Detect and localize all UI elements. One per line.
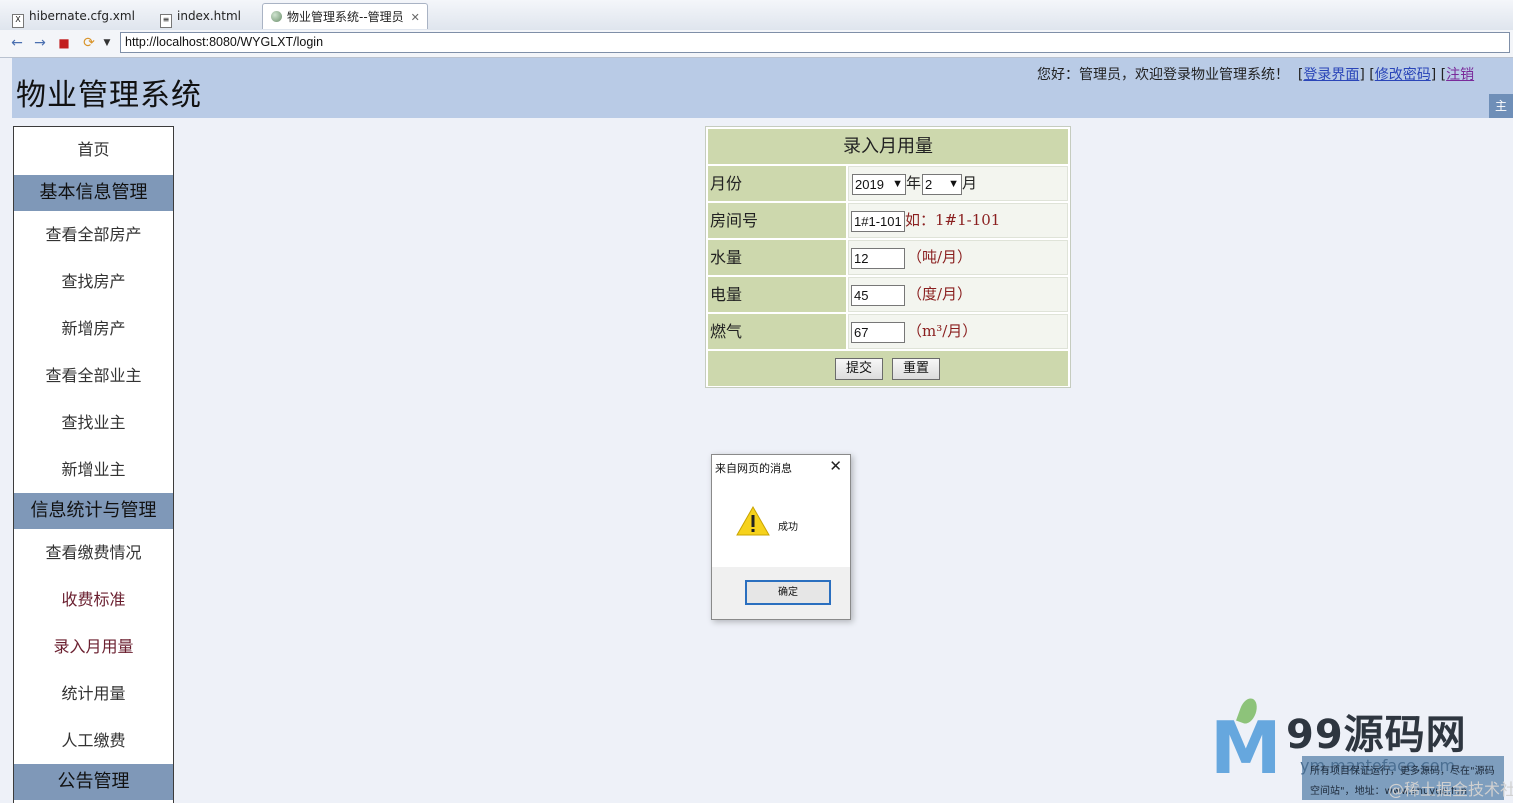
- browser-tab-bar: Xhibernate.cfg.xml ≡ index.html 物业管理系统--管…: [0, 0, 1513, 31]
- back-icon[interactable]: ←: [8, 34, 26, 52]
- water-label: 水量: [708, 240, 846, 275]
- close-icon[interactable]: ✕: [829, 457, 842, 475]
- room-label: 房间号: [708, 203, 846, 238]
- month-select-value: 2: [925, 177, 933, 192]
- tab-label: hibernate.cfg.xml: [29, 9, 135, 23]
- chevron-down-icon: ▼: [892, 178, 903, 190]
- site-header: 物业管理系统 您好：管理员，欢迎登录物业管理系统！ [登录界面] [修改密码] …: [12, 58, 1513, 118]
- electric-unit: （度/月）: [907, 285, 973, 303]
- tab-property-system[interactable]: 物业管理系统--管理员 ✕: [262, 3, 428, 29]
- sidebar-item-manual-payment[interactable]: 人工缴费: [14, 717, 173, 764]
- xml-file-icon: X: [12, 14, 24, 28]
- sidebar-item-usage-stats[interactable]: 统计用量: [14, 670, 173, 717]
- watermark-community: @稀土掘金技术社区: [1388, 780, 1513, 799]
- watermark-domain: ym.mantoface.com: [1300, 756, 1456, 775]
- welcome-bar: 您好：管理员，欢迎登录物业管理系统！ [登录界面] [修改密码] [注销: [1037, 67, 1475, 83]
- stop-icon[interactable]: ■: [55, 34, 73, 52]
- sidebar-item-fee-standard[interactable]: 收费标准: [14, 576, 173, 623]
- month-select[interactable]: 2 ▼: [922, 174, 962, 195]
- year-select[interactable]: 2019 ▼: [852, 174, 906, 195]
- forward-icon[interactable]: →: [31, 34, 49, 52]
- site-title: 物业管理系统: [16, 78, 202, 113]
- tab-label: 物业管理系统--管理员: [287, 10, 404, 24]
- electric-value-cell: 45 （度/月）: [848, 277, 1068, 312]
- water-input[interactable]: 12: [851, 248, 905, 269]
- sidebar-item-find-owner[interactable]: 查找业主: [14, 399, 173, 446]
- logout-link[interactable]: 注销: [1446, 67, 1474, 83]
- message-dialog: 来自网页的消息 ✕ 成功 确定: [711, 454, 851, 620]
- sidebar-item-enter-usage[interactable]: 录入月用量: [14, 623, 173, 670]
- usage-entry-form: 录入月用量 月份 2019 ▼ 年 2 ▼ 月 房间号 1#1-101 如：1#1-…: [705, 126, 1071, 388]
- globe-icon: [271, 11, 282, 22]
- submit-button[interactable]: 提交: [835, 358, 883, 380]
- room-number-input[interactable]: 1#1-101: [851, 211, 905, 232]
- water-row: 水量 12 （吨/月）: [708, 240, 1068, 275]
- sidebar-section-statistics: 信息统计与管理: [14, 493, 173, 529]
- reset-button[interactable]: 重置: [892, 358, 940, 380]
- watermark: M 99源码网 ym.mantoface.com 所有项目保证运行，更多源码，尽…: [1210, 696, 1513, 803]
- month-row: 月份 2019 ▼ 年 2 ▼ 月: [708, 166, 1068, 201]
- warning-icon: [736, 505, 770, 536]
- leaf-icon: [1236, 696, 1260, 726]
- form-button-row: 提交 重置: [708, 351, 1068, 386]
- change-password-link[interactable]: 修改密码: [1375, 67, 1431, 83]
- form-title: 录入月用量: [708, 129, 1068, 164]
- url-field[interactable]: http://localhost:8080/WYGLXT/login: [120, 32, 1510, 53]
- dialog-footer: 确定: [712, 567, 850, 619]
- gas-label: 燃气: [708, 314, 846, 349]
- sidebar-item-add-owner[interactable]: 新增业主: [14, 446, 173, 493]
- tab-index-html[interactable]: ≡ index.html: [152, 3, 249, 29]
- tab-label: index.html: [177, 9, 241, 23]
- water-unit: （吨/月）: [907, 248, 973, 266]
- watermark-m-logo: M: [1210, 706, 1282, 790]
- header-home-button[interactable]: 主: [1489, 94, 1513, 118]
- room-value-cell: 1#1-101 如：1#1-101: [848, 203, 1068, 238]
- electric-input[interactable]: 45: [851, 285, 905, 306]
- close-tab-icon[interactable]: ✕: [411, 11, 420, 24]
- watermark-line-1: 所有项目保证运行，更多源码，尽在"源码: [1310, 766, 1495, 777]
- html-file-icon: ≡: [160, 14, 172, 28]
- ok-button[interactable]: 确定: [745, 580, 831, 605]
- gas-input[interactable]: 67: [851, 322, 905, 343]
- tab-hibernate-cfg[interactable]: Xhibernate.cfg.xml: [4, 3, 143, 29]
- browser-nav-bar: ← → ■ ⟳ ▼ http://localhost:8080/WYGLXT/l…: [0, 30, 1513, 58]
- login-page-link[interactable]: 登录界面: [1303, 67, 1359, 83]
- welcome-text: 您好：管理员，欢迎登录物业管理系统！: [1037, 67, 1289, 83]
- year-suffix: 年: [906, 174, 922, 192]
- gas-row: 燃气 67 （m³/月）: [708, 314, 1068, 349]
- chevron-down-icon: ▼: [948, 178, 959, 190]
- month-suffix: 月: [962, 174, 978, 192]
- dialog-title: 来自网页的消息: [715, 462, 792, 475]
- sidebar-item-find-property[interactable]: 查找房产: [14, 258, 173, 305]
- gas-value-cell: 67 （m³/月）: [848, 314, 1068, 349]
- month-label: 月份: [708, 166, 846, 201]
- sidebar-section-basic-info: 基本信息管理: [14, 175, 173, 211]
- watermark-box: [1302, 756, 1504, 800]
- year-select-value: 2019: [855, 177, 884, 192]
- electric-label: 电量: [708, 277, 846, 312]
- sidebar: 首页 基本信息管理 查看全部房产 查找房产 新增房产 查看全部业主 查找业主 新…: [13, 126, 174, 803]
- room-row: 房间号 1#1-101 如：1#1-101: [708, 203, 1068, 238]
- gas-unit: （m³/月）: [907, 322, 978, 340]
- dialog-message: 成功: [778, 522, 798, 533]
- chevron-down-icon[interactable]: ▼: [102, 34, 112, 52]
- sidebar-item-home[interactable]: 首页: [14, 127, 173, 175]
- refresh-icon[interactable]: ⟳: [80, 34, 98, 52]
- water-value-cell: 12 （吨/月）: [848, 240, 1068, 275]
- sidebar-item-view-all-property[interactable]: 查看全部房产: [14, 211, 173, 258]
- sidebar-item-view-all-owners[interactable]: 查看全部业主: [14, 352, 173, 399]
- watermark-brand: 99源码网: [1286, 712, 1467, 758]
- month-value-cell: 2019 ▼ 年 2 ▼ 月: [848, 166, 1068, 201]
- sidebar-item-view-payments[interactable]: 查看缴费情况: [14, 529, 173, 576]
- watermark-line-2: 空间站"，地址：www.shuyue.fun: [1310, 786, 1468, 797]
- electric-row: 电量 45 （度/月）: [708, 277, 1068, 312]
- sidebar-item-add-property[interactable]: 新增房产: [14, 305, 173, 352]
- sidebar-section-announcements: 公告管理: [14, 764, 173, 800]
- room-hint: 如：1#1-101: [905, 211, 1001, 229]
